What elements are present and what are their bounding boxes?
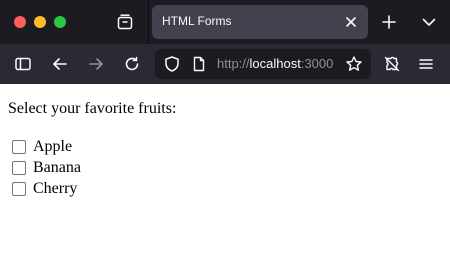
apple-checkbox[interactable] bbox=[12, 140, 26, 154]
chevron-down-icon[interactable] bbox=[420, 13, 438, 31]
window-close-button[interactable] bbox=[14, 16, 26, 28]
navigation-toolbar: http://localhost:3000 bbox=[0, 44, 450, 84]
page-icon[interactable] bbox=[191, 56, 207, 72]
window-maximize-button[interactable] bbox=[54, 16, 66, 28]
hamburger-menu-icon[interactable] bbox=[417, 55, 435, 73]
cherry-label[interactable]: Cherry bbox=[33, 180, 77, 198]
tab-separator bbox=[148, 0, 149, 44]
tab-overview-icon[interactable] bbox=[116, 13, 134, 31]
close-icon[interactable] bbox=[342, 13, 360, 31]
sidebar-icon[interactable] bbox=[14, 55, 32, 73]
forward-arrow-icon[interactable] bbox=[87, 55, 105, 73]
url-scheme: http:// bbox=[217, 56, 250, 71]
url-port: :3000 bbox=[300, 56, 334, 71]
url-host: localhost bbox=[249, 56, 301, 71]
shield-icon[interactable] bbox=[163, 55, 181, 73]
url-text[interactable]: http://localhost:3000 bbox=[217, 56, 335, 71]
page-content: Select your favorite fruits: Apple Banan… bbox=[0, 84, 450, 260]
tab-title: HTML Forms bbox=[162, 14, 232, 28]
extensions-icon[interactable] bbox=[383, 55, 401, 73]
cherry-checkbox[interactable] bbox=[12, 182, 26, 196]
back-arrow-icon[interactable] bbox=[51, 55, 69, 73]
apple-label[interactable]: Apple bbox=[33, 138, 72, 156]
fruit-question-label: Select your favorite fruits: bbox=[8, 100, 177, 117]
banana-label[interactable]: Banana bbox=[33, 159, 81, 177]
plus-icon[interactable] bbox=[380, 13, 398, 31]
banana-checkbox[interactable] bbox=[12, 161, 26, 175]
star-icon[interactable] bbox=[345, 55, 363, 73]
reload-icon[interactable] bbox=[123, 55, 141, 73]
address-bar[interactable]: http://localhost:3000 bbox=[155, 49, 371, 79]
window-minimize-button[interactable] bbox=[34, 16, 46, 28]
tab-bar: HTML Forms bbox=[0, 0, 450, 44]
tab-html-forms[interactable]: HTML Forms bbox=[152, 5, 368, 39]
